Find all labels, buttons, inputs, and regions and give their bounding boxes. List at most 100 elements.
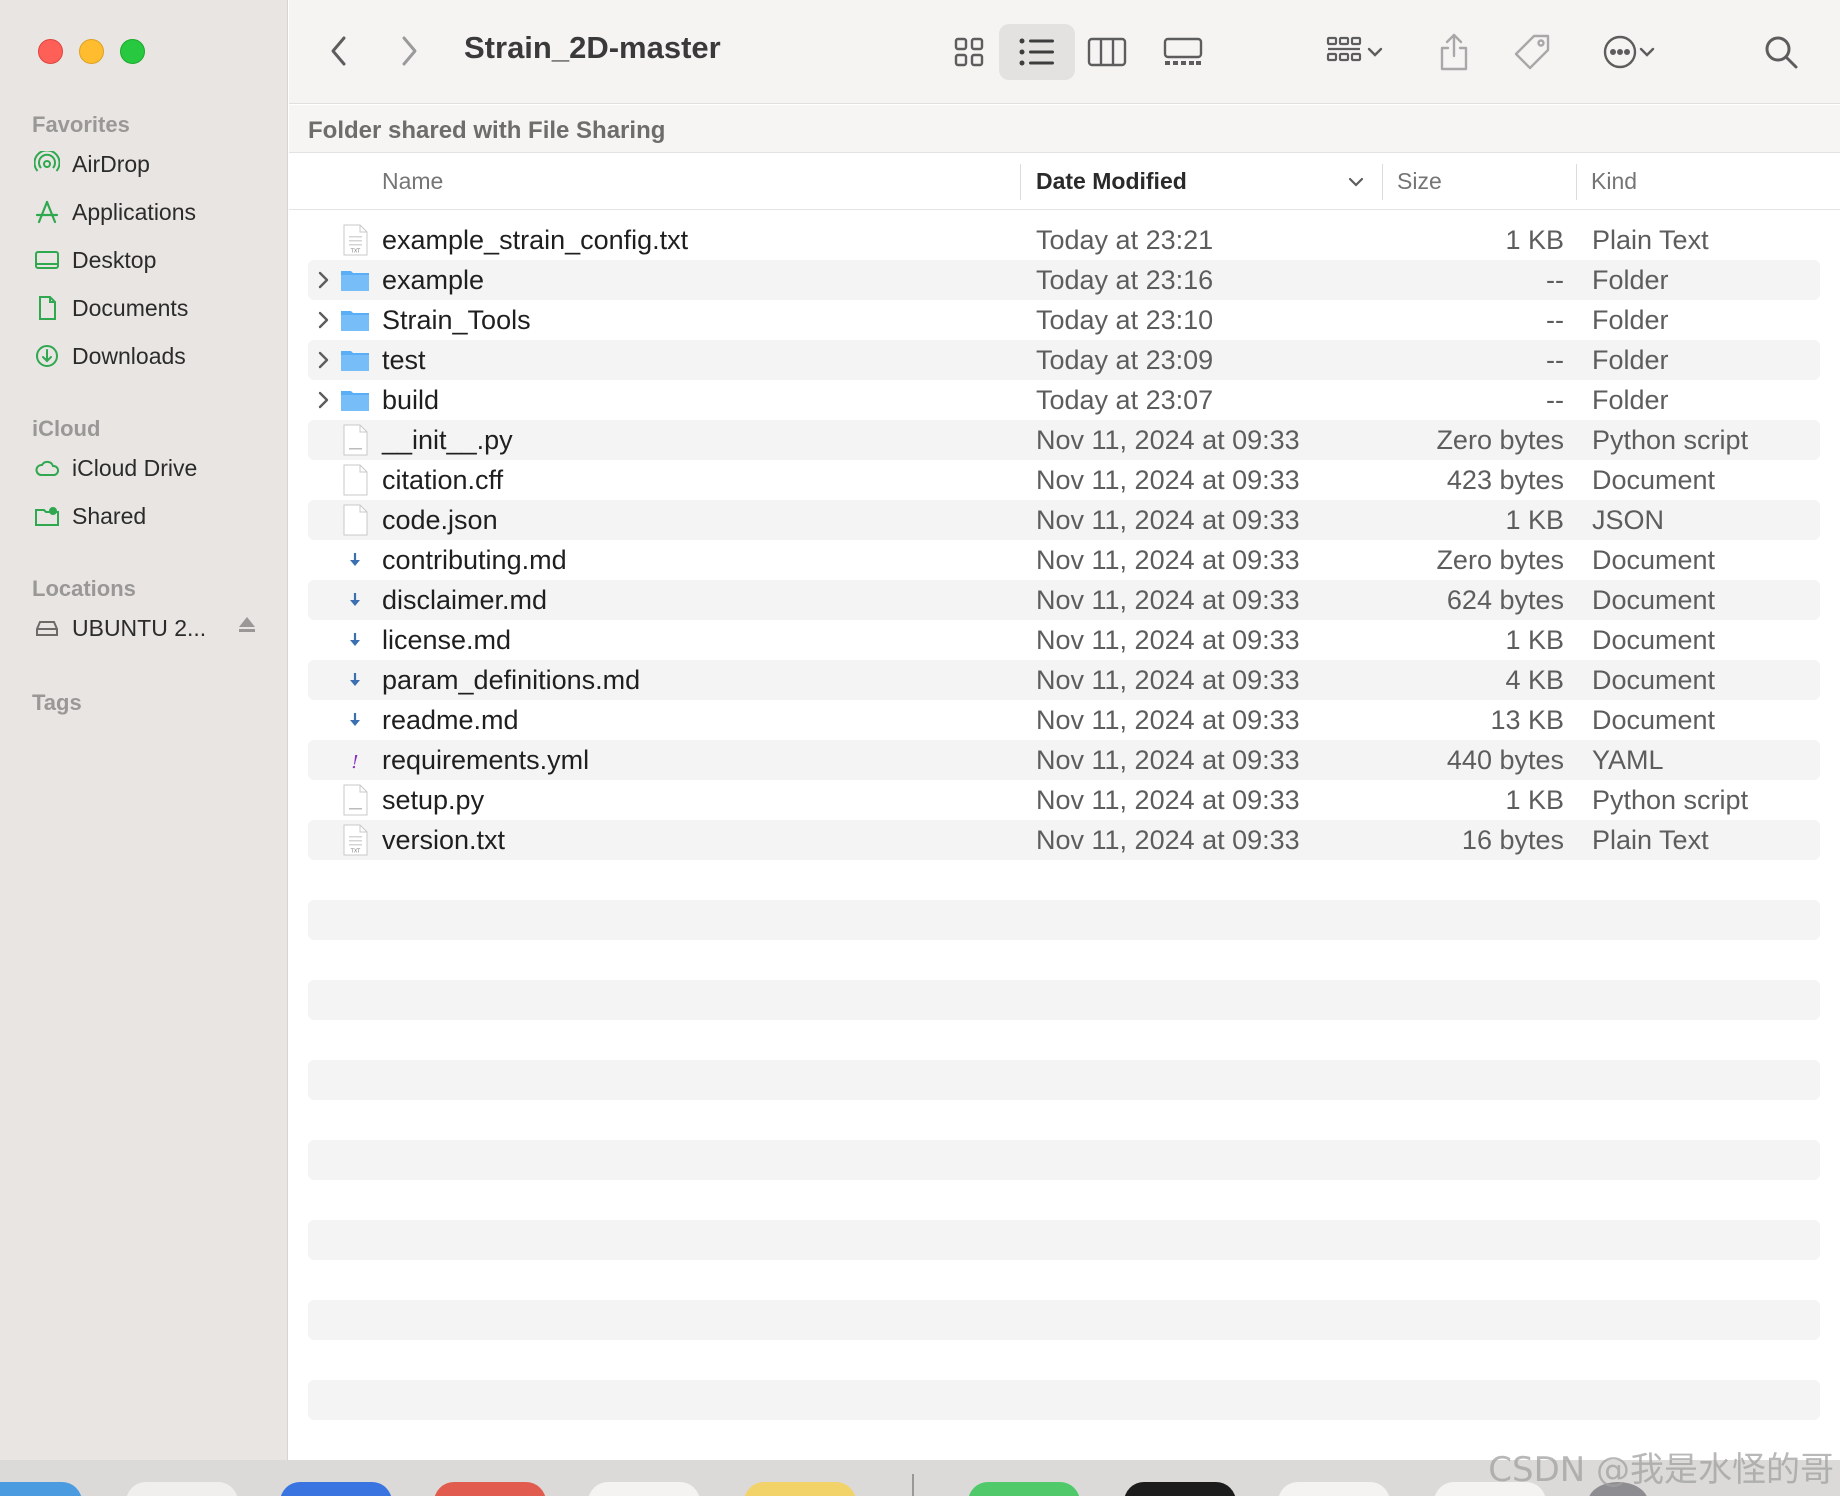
ellipsis-circle-icon [1603,35,1637,69]
forward-button[interactable] [393,30,425,72]
finder-window: Favorites AirDrop Applications Desktop D… [0,0,1840,1460]
icon-view-button[interactable] [937,26,1001,78]
column-divider[interactable] [1382,164,1383,200]
file-date-modified: Nov 11, 2024 at 09:33 [1036,785,1300,815]
file-size: 1 KB [1505,505,1564,535]
file-size: 423 bytes [1446,465,1564,495]
file-date-modified: Today at 23:10 [1036,305,1214,335]
file-name: citation.cff [382,465,504,495]
file-name: code.json [382,505,498,535]
close-window-button[interactable] [38,39,63,64]
column-header-kind[interactable]: Kind [1591,168,1637,195]
dock-separator [912,1474,914,1496]
folder-icon [340,344,370,376]
disclosure-chevron-icon[interactable] [312,388,334,412]
tag-button[interactable] [1505,26,1559,78]
minimize-window-button[interactable] [79,39,104,64]
file-kind: Document [1592,625,1716,655]
svg-text:TXT: TXT [350,249,361,255]
dock-app-icon[interactable] [1124,1482,1236,1496]
column-header-date-modified[interactable]: Date Modified [1036,168,1187,195]
disclosure-chevron-icon[interactable] [312,348,334,372]
sidebar-item-ubuntu-drive[interactable]: UBUNTU 2... [32,608,255,648]
empty-row [308,1300,1820,1340]
file-name: contributing.md [382,545,567,575]
file-kind: Document [1592,465,1716,495]
sidebar-item-icloud-drive[interactable]: iCloud Drive [32,448,252,488]
sidebar-item-airdrop[interactable]: AirDrop [32,144,252,184]
column-view-button[interactable] [1075,26,1139,78]
file-row[interactable]: license.md Nov 11, 2024 at 09:33 1 KB Docum… [308,620,1820,660]
group-by-button[interactable] [1315,28,1395,76]
file-name: disclaimer.md [382,585,548,615]
dock-app-icon[interactable] [434,1482,546,1496]
file-name: build [382,385,440,415]
file-icon [340,464,370,496]
dock-app-icon[interactable] [968,1482,1080,1496]
file-size: 624 bytes [1446,585,1564,615]
file-row[interactable]: TXT example_strain_config.txt Today at 23:… [308,220,1820,260]
columns-icon [1087,37,1127,67]
dock-app-icon[interactable] [126,1482,238,1496]
file-row[interactable]: build Today at 23:07 -- Folder [308,380,1820,420]
file-row[interactable]: param_definitions.md Nov 11, 2024 at 09:3… [308,660,1820,700]
dock-app-icon[interactable] [280,1482,392,1496]
more-actions-button[interactable] [1589,26,1669,78]
file-row[interactable]: TXT version.txt Nov 11, 2024 at 09:33 16 by… [308,820,1820,860]
column-divider[interactable] [1020,164,1021,200]
dock-app-icon[interactable] [0,1482,82,1496]
disclosure-chevron-icon[interactable] [312,308,334,332]
file-name: example_strain_config.txt [382,225,689,255]
dock-app-icon[interactable] [588,1482,700,1496]
file-row[interactable]: disclaimer.md Nov 11, 2024 at 09:33 624 by… [308,580,1820,620]
file-row[interactable]: test Today at 23:09 -- Folder [308,340,1820,380]
sidebar-item-shared[interactable]: Shared [32,496,252,536]
eject-icon[interactable] [236,614,258,642]
file-row[interactable]: contributing.md Nov 11, 2024 at 09:33 Zero… [308,540,1820,580]
file-row[interactable]: Strain_Tools Today at 23:10 -- Folder [308,300,1820,340]
file-kind: Document [1592,665,1716,695]
folder-icon [340,384,370,416]
file-size: -- [1546,345,1564,375]
file-name: test [382,345,426,375]
file-row[interactable]: citation.cff Nov 11, 2024 at 09:33 423 byt… [308,460,1820,500]
sidebar-item-downloads[interactable]: Downloads [32,336,252,376]
file-row[interactable]: ! requirements.yml Nov 11, 2024 at 09:33 44… [308,740,1820,780]
file-row[interactable]: code.json Nov 11, 2024 at 09:33 1 KB JSON [308,500,1820,540]
column-header: Name Date Modified Size Kind [289,154,1840,210]
yaml-file-icon: ! [340,744,370,776]
sidebar-item-desktop[interactable]: Desktop [32,240,252,280]
file-date-modified: Nov 11, 2024 at 09:33 [1036,545,1300,575]
file-date-modified: Nov 11, 2024 at 09:33 [1036,705,1300,735]
column-header-name[interactable]: Name [382,168,443,195]
dock-app-icon[interactable] [1278,1482,1390,1496]
empty-row [308,980,1820,1020]
share-icon [1440,33,1468,71]
back-button[interactable] [323,30,355,72]
sidebar-item-documents[interactable]: Documents [32,288,252,328]
file-row[interactable]: __init__.py Nov 11, 2024 at 09:33 Zero byt… [308,420,1820,460]
shared-folder-icon [32,501,62,531]
file-size: 13 KB [1490,705,1564,735]
file-row[interactable]: readme.md Nov 11, 2024 at 09:33 13 KB Docum… [308,700,1820,740]
sidebar-item-applications[interactable]: Applications [32,192,252,232]
file-size: -- [1546,265,1564,295]
gallery-view-button[interactable] [1151,26,1215,78]
share-button[interactable] [1429,26,1479,78]
column-header-size[interactable]: Size [1397,168,1442,195]
chevron-down-icon [1639,47,1655,57]
sidebar-section-icloud: iCloud [32,416,101,441]
list-view-button[interactable] [999,24,1075,80]
file-row[interactable]: setup.py Nov 11, 2024 at 09:33 1 KB Python … [308,780,1820,820]
disclosure-chevron-icon[interactable] [312,268,334,292]
column-divider[interactable] [1576,164,1577,200]
zoom-window-button[interactable] [120,39,145,64]
chevron-down-icon [1367,47,1383,57]
file-row[interactable]: example Today at 23:16 -- Folder [308,260,1820,300]
search-button[interactable] [1755,26,1807,78]
file-name: __init__.py [382,425,513,455]
file-date-modified: Nov 11, 2024 at 09:33 [1036,425,1300,455]
sort-chevron-down-icon[interactable] [1347,176,1365,188]
dock-app-icon[interactable] [744,1482,856,1496]
file-size: -- [1546,305,1564,335]
